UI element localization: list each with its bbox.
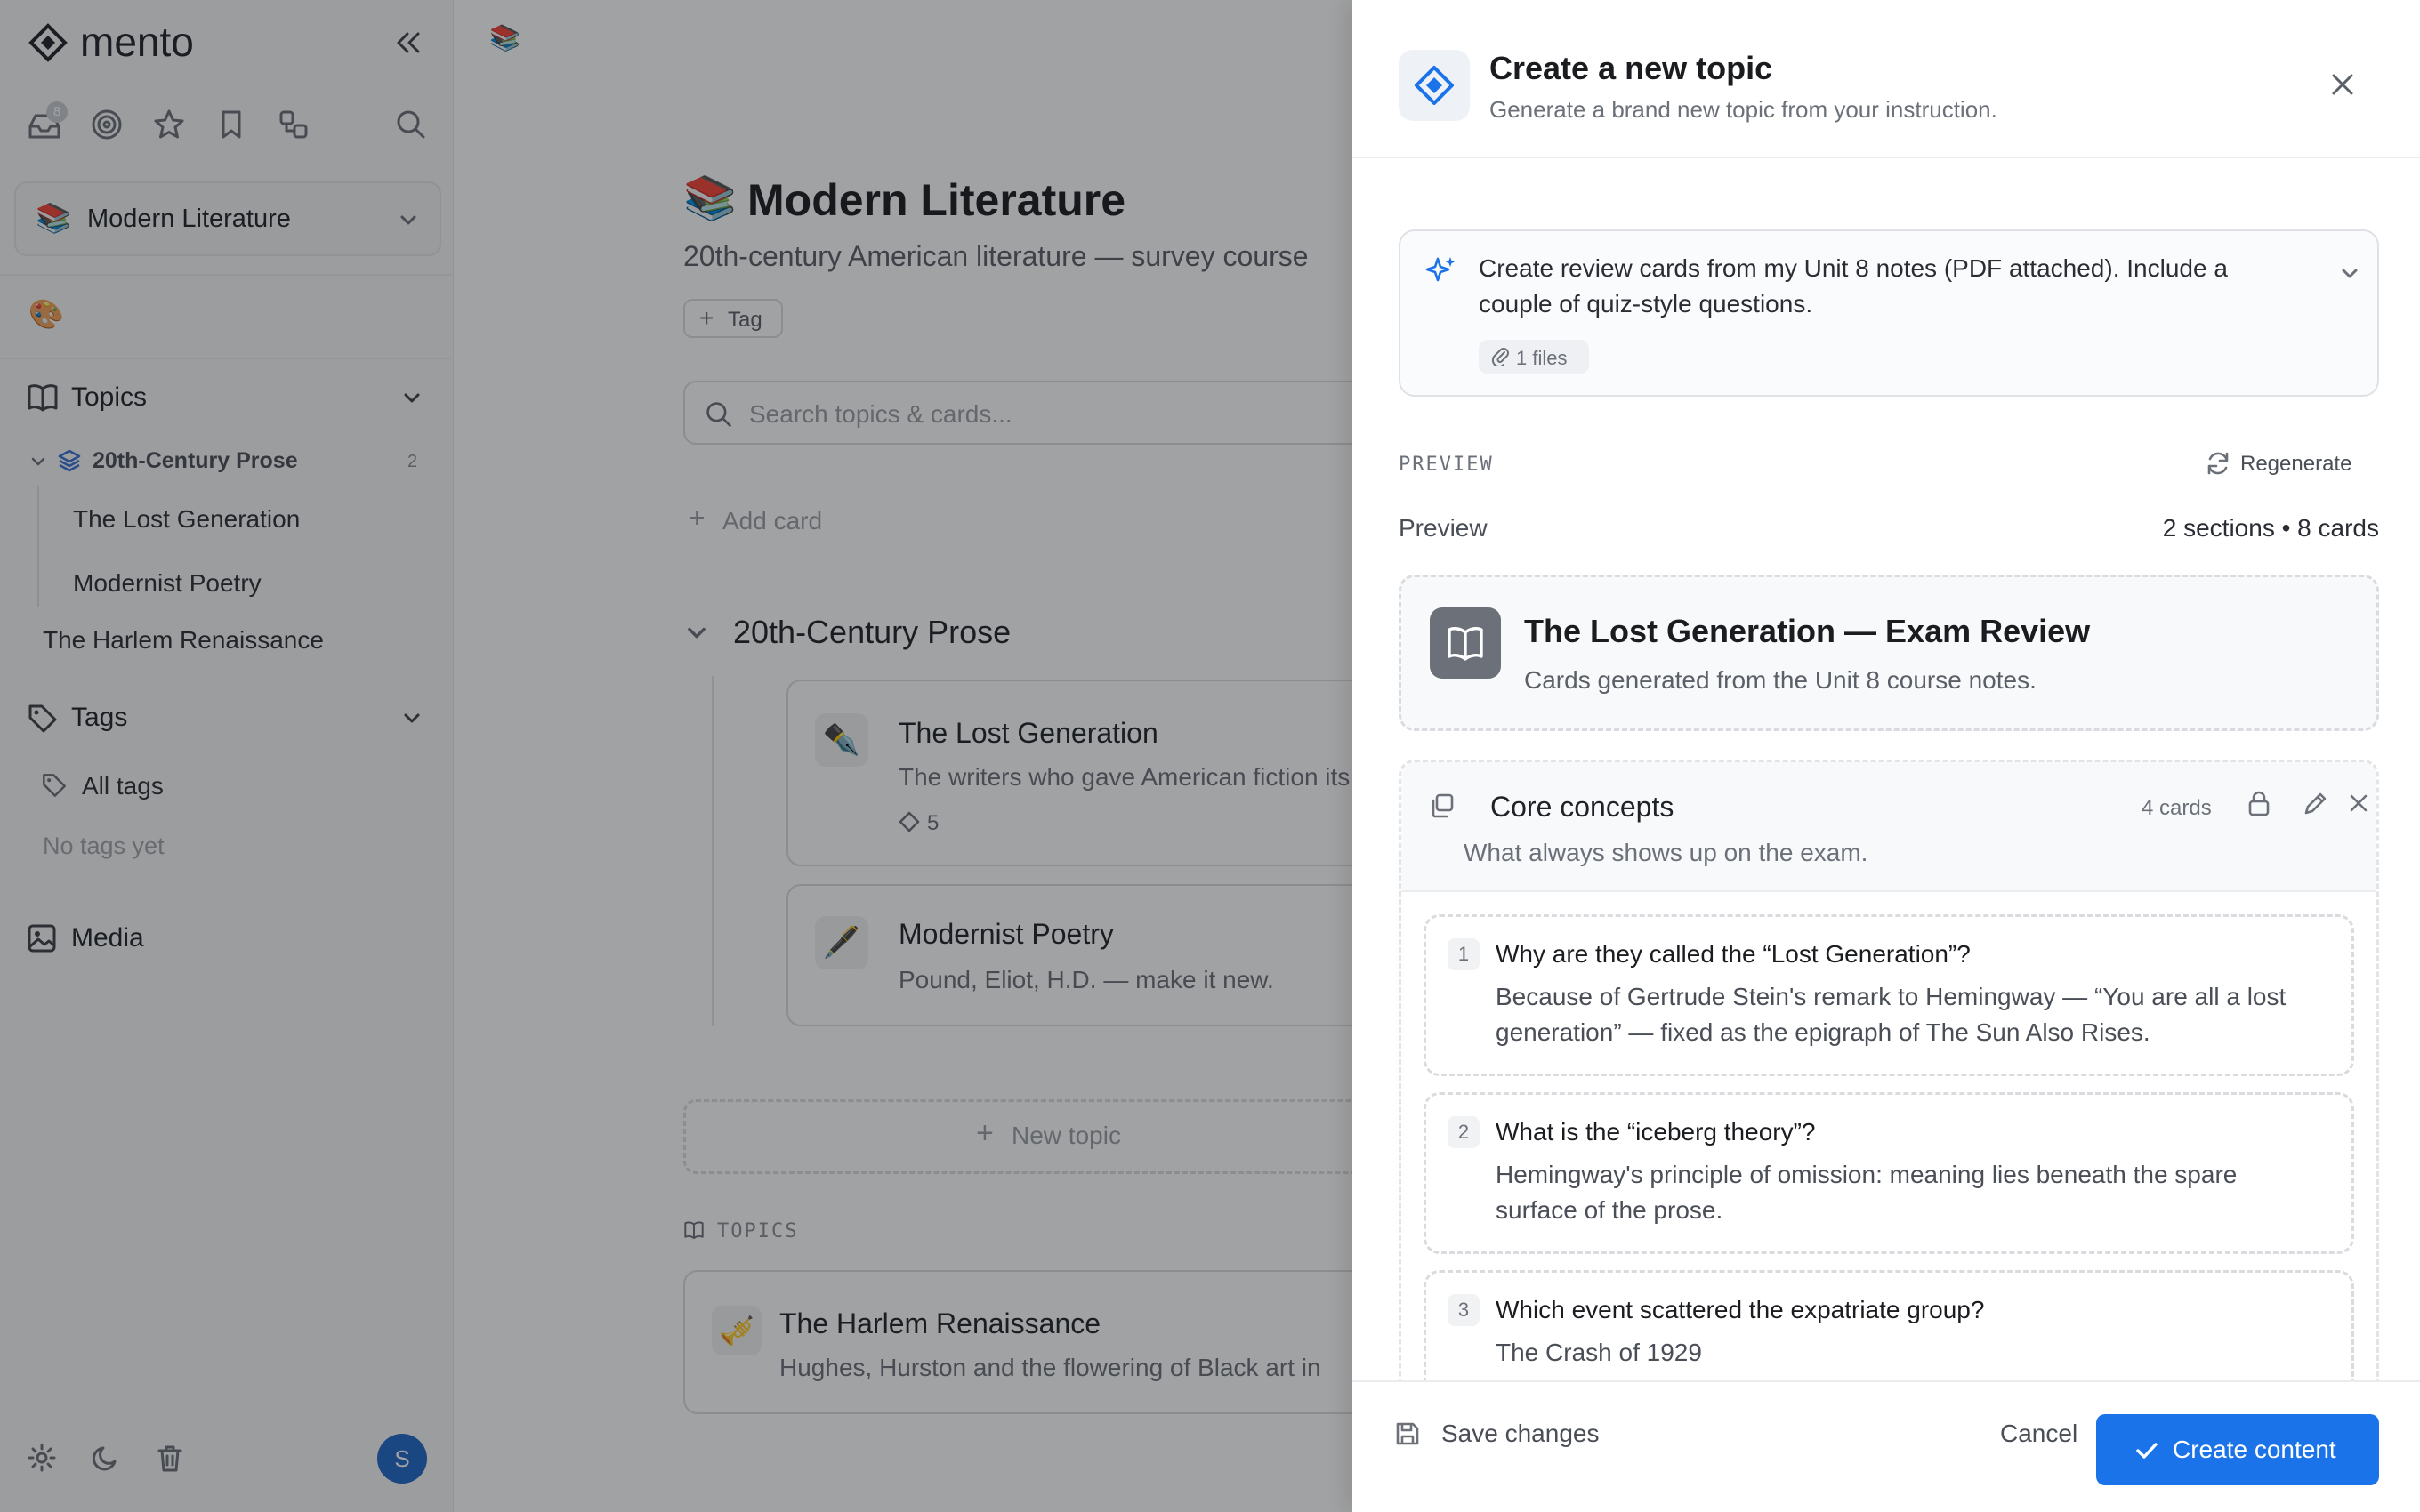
files-chip-label: 1 files [1516,347,1568,369]
create-content-button[interactable]: Create content [2096,1414,2379,1485]
panel-header-icon [1399,50,1470,121]
refresh-icon [2205,450,2231,477]
qa-answer-line1: The Crash of 1929 [1496,1339,1702,1366]
save-icon [1393,1420,1422,1448]
modal-backdrop[interactable] [0,0,1352,1512]
qa-number: 3 [1448,1294,1480,1326]
preview-heading: Preview [1399,514,1488,542]
preview-topic-card[interactable]: The Lost Generation — Exam Review Cards … [1399,575,2379,731]
chevron-down-icon[interactable] [2338,261,2361,285]
qa-answer-line2: generation” — fixed as the epigraph of T… [1496,1018,2150,1046]
qa-question: What is the “iceberg theory”? [1496,1118,1816,1146]
save-changes-button[interactable]: Save changes [1374,1395,1641,1475]
panel-footer: Save changes Cancel Create content [1352,1380,2420,1512]
instruction-box[interactable]: Create review cards from my Unit 8 notes… [1399,229,2379,397]
preview-stats: 2 sections • 8 cards [2162,514,2379,542]
regenerate-label: Regenerate [2240,452,2352,476]
section-title: Core concepts [1490,791,1674,823]
preview-topic-title: The Lost Generation — Exam Review [1524,613,2091,649]
preview-topic-desc: Cards generated from the Unit 8 course n… [1524,666,2037,694]
qa-answer-line1: Hemingway's principle of omission: meani… [1496,1161,2238,1188]
qa-number: 1 [1448,938,1480,970]
book-icon [1430,607,1501,679]
panel-title: Create a new topic [1489,50,1773,86]
divider [1352,157,2420,158]
qa-question: Which event scattered the expatriate gro… [1496,1296,1985,1323]
edit-pencil-icon[interactable] [2302,789,2330,817]
qa-question: Why are they called the “Lost Generation… [1496,940,1971,968]
section-card-count: 4 cards [2142,796,2212,820]
qa-number: 2 [1448,1116,1480,1148]
qa-card[interactable]: 1 Why are they called the “Lost Generati… [1424,914,2354,1076]
create-content-label: Create content [2173,1436,2336,1463]
panel-subtitle: Generate a brand new topic from your ins… [1489,96,1997,123]
section-desc: What always shows up on the exam. [1464,839,1868,866]
save-changes-label: Save changes [1441,1420,1600,1447]
qa-answer-line2: surface of the prose. [1496,1196,1723,1224]
create-topic-panel: Create a new topic Generate a brand new … [1352,0,2420,1512]
instruction-text-line2: couple of quiz-style questions. [1479,290,1813,318]
instruction-text-line1: Create review cards from my Unit 8 notes… [1479,254,2228,282]
check-icon [2134,1437,2160,1464]
paperclip-icon [1491,347,1511,366]
attached-files-chip[interactable]: 1 files [1479,340,1589,374]
qa-answer-line1: Because of Gertrude Stein's remark to He… [1496,983,2287,1010]
close-icon[interactable] [2346,791,2371,816]
qa-card[interactable]: 2 What is the “iceberg theory”? Hemingwa… [1424,1092,2354,1254]
copy-icon [1428,792,1455,819]
close-icon[interactable] [2327,69,2358,100]
section-header [1401,762,2376,892]
cancel-label: Cancel [2000,1420,2078,1447]
lock-icon[interactable] [2245,789,2273,817]
preview-label: PREVIEW [1399,454,1494,476]
sparkles-icon [1425,254,1457,286]
